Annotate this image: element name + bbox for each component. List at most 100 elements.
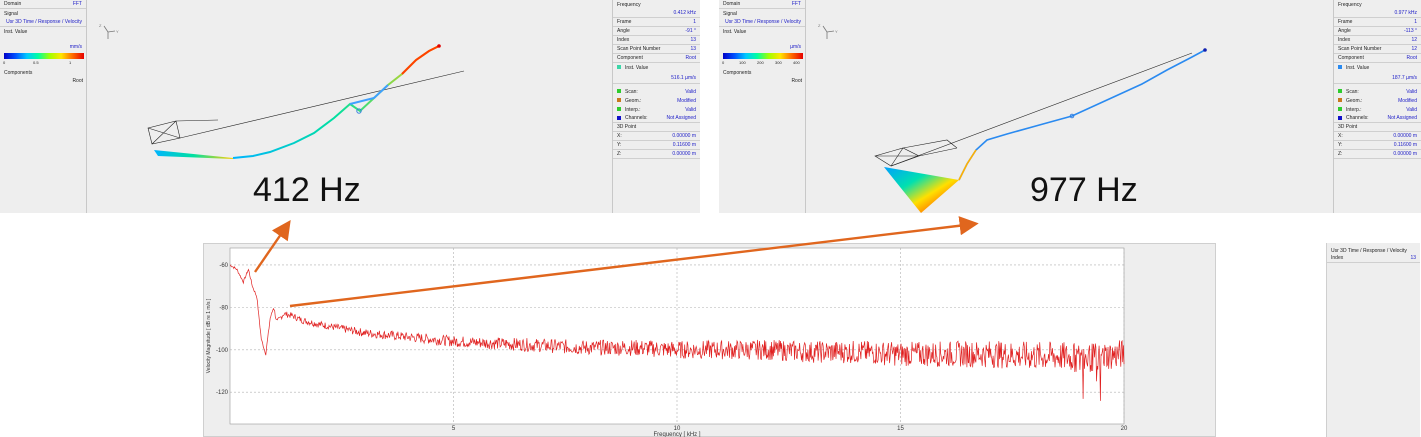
component-label: Component [617,55,643,61]
frame-label: Frame [617,19,632,25]
inst-value-label: Inst. Value [1346,64,1370,71]
geometry-wireframe [147,70,465,145]
coord-label: Z: [617,151,622,157]
angle-value[interactable]: -113 ° [1404,28,1417,34]
frequency-label: Frequency [1338,1,1362,8]
domain-value[interactable]: FFT [73,1,82,7]
status-label: Scan: [1346,88,1359,95]
svg-text:Z: Z [818,23,821,28]
signal-label: Signal [723,10,737,17]
spectrum-chart-svg[interactable]: 5 10 15 20-60-80-100-120Frequency [ kHz ]Ve… [204,244,1217,437]
mode-shape-curve [232,45,440,159]
status-label: Channels: [625,115,648,121]
status-value: Valid [1406,106,1417,113]
left-info-sidebar: Domain FFT Signal Usr 3D Time / Response … [0,0,87,213]
frequency-value[interactable]: 0.977 kHz [1394,10,1417,16]
spectrum-chart[interactable]: 5 10 15 20 -60 -80 -100 -120 Frequency [ kHz ] Ve… [203,243,1216,437]
scan-point-label: Scan Point Number [1338,46,1382,52]
components-label: Components [4,69,33,76]
mode-shape-panel-977hz: Domain FFT Signal Usr 3D Time / Response … [719,0,1421,213]
scan-point-value[interactable]: 12 [1411,46,1417,52]
coord-value: 0.00000 m [1393,133,1417,139]
scan-surface-patch [154,150,233,159]
coord-label: Y: [1338,142,1343,148]
coord-label: Z: [1338,151,1343,157]
index-label: Index [1338,37,1351,43]
y-tick-label: -120 [216,390,229,396]
inst-value-label: Inst. Value [4,28,28,35]
angle-value[interactable]: -91 ° [685,28,696,34]
legend-index-value[interactable]: 13 [1410,255,1416,261]
index-value[interactable]: 12 [1411,37,1417,43]
colorbar-tick: 0 [722,60,725,65]
status-label: Interp.: [1346,106,1362,113]
coordinate-axes-icon: Z Y [99,23,119,39]
domain-label: Domain [723,1,741,7]
spectrum-panel: 5 10 15 20 -60 -80 -100 -120 Frequency [ kHz ] Ve… [203,243,1421,437]
components-value[interactable]: Root [72,78,83,84]
colorbar-tick: 1 [69,60,72,65]
right-info-sidebar: Frequency 0.977 kHz Frame 1 Angle -113 ° I… [1333,0,1421,213]
index-value[interactable]: 13 [690,37,696,43]
colorbar-ticks: 0 0.5 1 [3,60,85,66]
3d-view[interactable]: Z Y 412 Hz [88,0,612,213]
scan-point-value[interactable]: 13 [690,46,696,52]
status-value: Valid [1406,88,1417,95]
index-label: Index [617,37,630,43]
legend-panel: Usr 3D Time / Response / Velocity Index 1… [1326,243,1420,437]
colorbar-ticks: 0 100 200 300 400 [722,60,804,66]
frame-value[interactable]: 1 [1414,19,1417,25]
x-tick-label: 15 [897,426,904,432]
angle-label: Angle [617,28,630,34]
3d-point-label: 3D Point [1338,124,1358,130]
component-value[interactable]: Root [685,55,696,61]
status-label: Scan: [625,88,638,95]
coord-label: X: [1338,133,1343,139]
inst-value: 516.1 µm/s [671,74,696,81]
status-value: Valid [685,106,696,113]
colorbar-tick: 200 [757,60,764,65]
coord-value: 0.00000 m [1393,151,1417,157]
colorbar [4,53,84,59]
3d-view[interactable]: Z Y 977 Hz [807,0,1333,213]
scan-point-label: Scan Point Number [617,46,661,52]
left-info-sidebar: Domain FFT Signal Usr 3D Time / Response … [719,0,806,213]
component-value[interactable]: Root [1406,55,1417,61]
frame-value[interactable]: 1 [693,19,696,25]
colorbar-tick: 0 [3,60,6,65]
svg-text:Y: Y [116,29,119,34]
component-label: Component [1338,55,1364,61]
scan-surface-patch [884,167,959,213]
y-tick-label: -60 [219,263,228,269]
components-label: Components [723,69,752,76]
y-tick-label: -100 [216,348,229,354]
signal-value[interactable]: Usr 3D Time / Response / Velocity [725,19,801,25]
status-value: Modified [677,97,696,104]
components-value[interactable]: Root [791,78,802,84]
3d-point-label: 3D Point [617,124,637,130]
status-value: Modified [1398,97,1417,104]
coordinate-axes-icon: Z Y [818,23,838,39]
inst-value-label: Inst. Value [625,64,649,71]
x-axis-label: Frequency [ kHz ] [653,432,700,437]
coord-value: 0.00000 m [672,133,696,139]
geometry-wireframe [874,52,1193,167]
domain-label: Domain [4,1,22,7]
signal-value[interactable]: Usr 3D Time / Response / Velocity [6,19,82,25]
coord-label: Y: [617,142,622,148]
status-value: Not Assigned [666,115,696,121]
x-tick-label: 5 [452,426,456,432]
svg-text:Z: Z [99,23,102,28]
x-tick-label: 20 [1121,426,1128,432]
status-value: Valid [685,88,696,95]
coord-value: 0.00000 m [672,151,696,157]
frequency-annotation-977: 977 Hz [1030,171,1138,209]
angle-label: Angle [1338,28,1351,34]
colorbar [723,53,803,59]
colorbar-tick: 400 [793,60,800,65]
colorbar-unit: mm/s [69,43,82,50]
legend-index-label: Index [1331,255,1344,261]
frequency-value[interactable]: 0.412 kHz [673,10,696,16]
domain-value[interactable]: FFT [792,1,801,7]
status-value: Not Assigned [1387,115,1417,121]
